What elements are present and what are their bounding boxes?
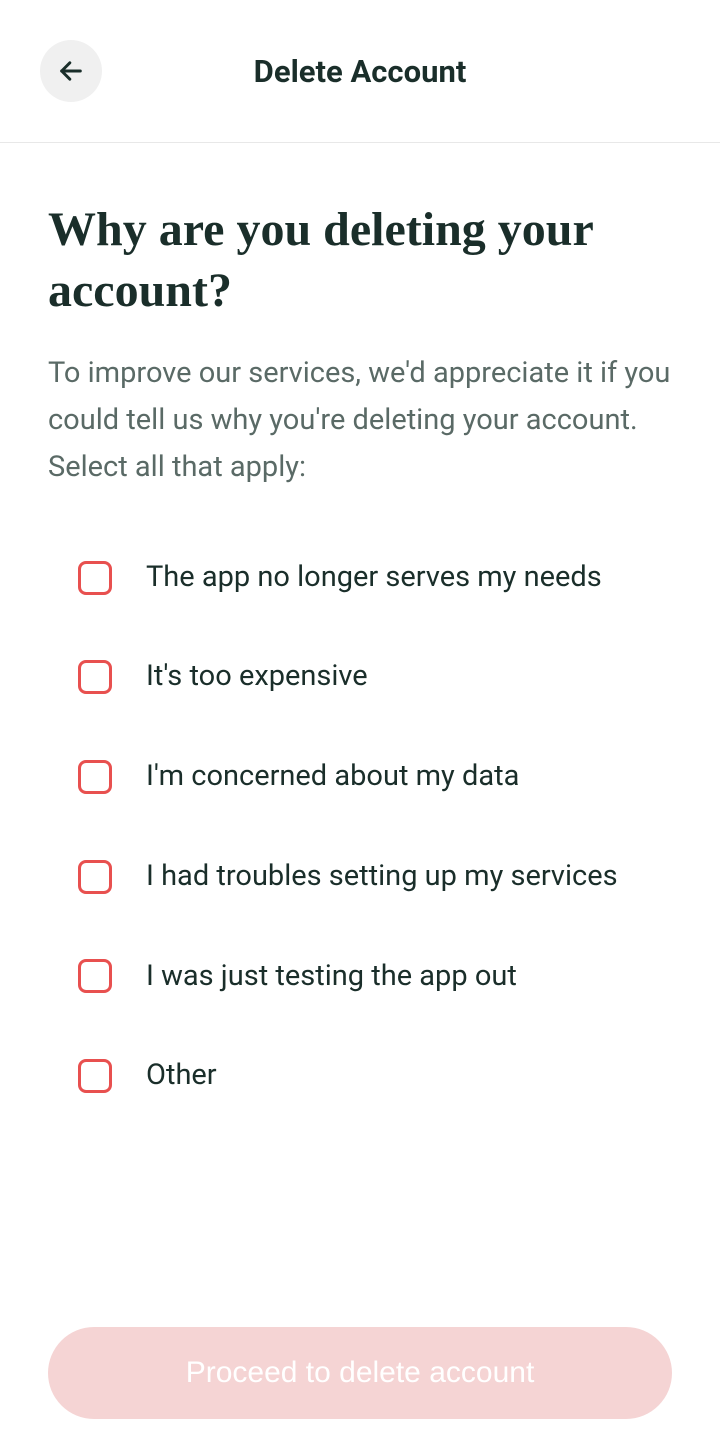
- reason-label: Other: [146, 1057, 217, 1095]
- checkbox[interactable]: [78, 1059, 112, 1093]
- reason-label: It's too expensive: [146, 658, 368, 696]
- reason-label: The app no longer serves my needs: [146, 559, 602, 597]
- reason-item-other[interactable]: Other: [78, 1057, 672, 1095]
- page-title: Delete Account: [254, 53, 467, 90]
- reason-label: I had troubles setting up my services: [146, 858, 618, 896]
- reason-item-data-concern[interactable]: I'm concerned about my data: [78, 758, 672, 796]
- header: Delete Account: [0, 0, 720, 143]
- reason-label: I'm concerned about my data: [146, 758, 519, 796]
- checkbox[interactable]: [78, 959, 112, 993]
- checkbox[interactable]: [78, 860, 112, 894]
- question-title: Why are you deleting your account?: [48, 199, 672, 322]
- reason-item-no-longer-serves[interactable]: The app no longer serves my needs: [78, 559, 672, 597]
- checkbox[interactable]: [78, 561, 112, 595]
- arrow-left-icon: [57, 57, 85, 85]
- reason-item-setup-troubles[interactable]: I had troubles setting up my services: [78, 858, 672, 896]
- content: Why are you deleting your account? To im…: [0, 143, 720, 1095]
- reason-item-too-expensive[interactable]: It's too expensive: [78, 658, 672, 696]
- reason-label: I was just testing the app out: [146, 958, 517, 996]
- checkbox[interactable]: [78, 760, 112, 794]
- question-subtitle: To improve our services, we'd appreciate…: [48, 350, 672, 491]
- back-button[interactable]: [40, 40, 102, 102]
- reason-item-testing[interactable]: I was just testing the app out: [78, 958, 672, 996]
- footer: Proceed to delete account: [48, 1327, 672, 1419]
- reasons-list: The app no longer serves my needs It's t…: [48, 559, 672, 1095]
- checkbox[interactable]: [78, 660, 112, 694]
- proceed-button[interactable]: Proceed to delete account: [48, 1327, 672, 1419]
